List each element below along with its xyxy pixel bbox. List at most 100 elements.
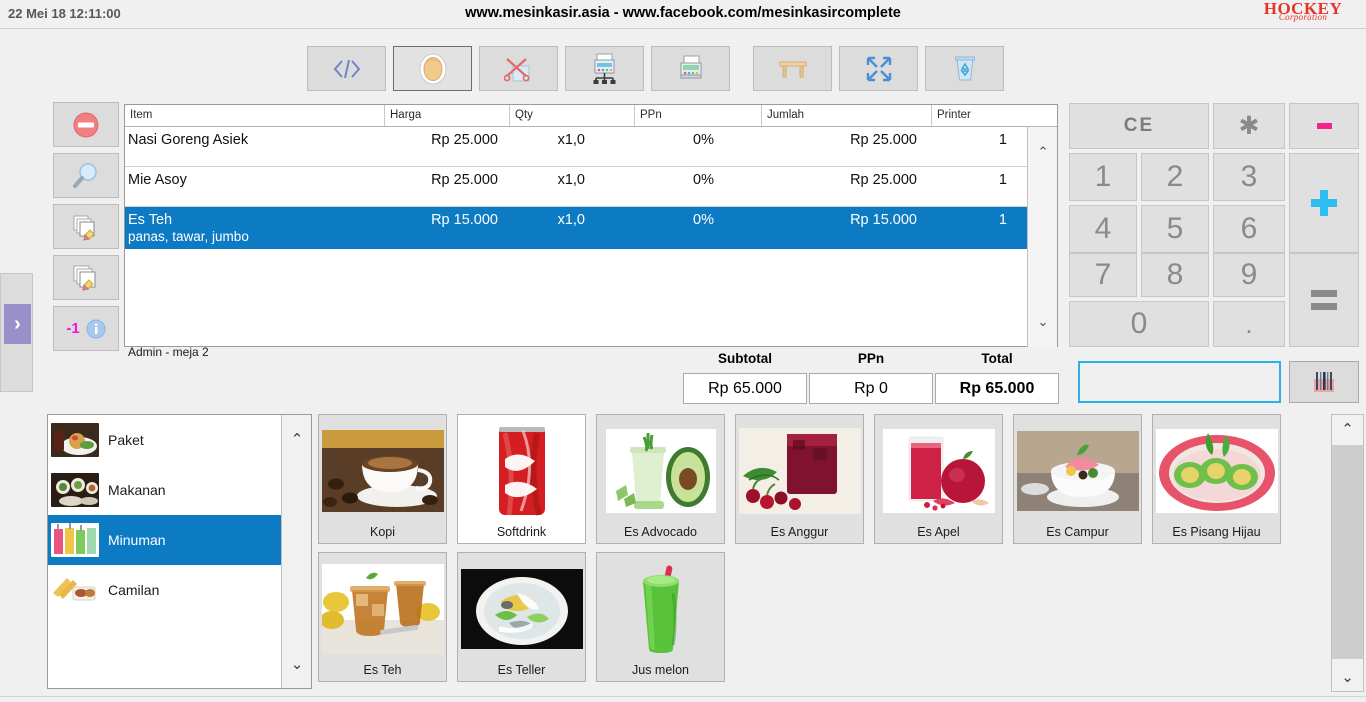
scroll-up-icon[interactable]: ⌃ (282, 427, 312, 451)
category-item-camilan[interactable]: Camilan (48, 565, 311, 615)
hockey-corporation-logo: HOCKEY Corporation (1244, 1, 1362, 28)
search-icon (73, 162, 97, 188)
keypad-plus-button[interactable] (1289, 153, 1359, 253)
barcode-input[interactable] (1078, 361, 1281, 403)
order-list-scrollbar[interactable]: ⌃ ⌄ (1027, 127, 1057, 347)
edit-copy-alt-icon (73, 265, 96, 291)
category-label: Camilan (108, 582, 160, 598)
product-image (319, 564, 446, 654)
product-tile-es-teh[interactable]: Es Teh (318, 552, 447, 682)
product-tile-es-apel[interactable]: Es Apel (874, 414, 1003, 544)
product-tile-kopi[interactable]: Kopi (318, 414, 447, 544)
product-grid: Kopi Softdrink Es Advocado Es Anggur Es … (318, 414, 1330, 692)
left-edge-panel: › (0, 273, 33, 392)
fullscreen-button[interactable] (839, 46, 918, 91)
product-tile-es-advocado[interactable]: Es Advocado (596, 414, 725, 544)
keypad-1-button[interactable]: 1 (1069, 153, 1137, 201)
keypad-0-button[interactable]: 0 (1069, 301, 1209, 347)
product-image (1153, 427, 1280, 515)
main-toolbar (307, 46, 1011, 91)
item-name: Nasi Goreng Asiek (128, 132, 249, 148)
column-header-item: Item (125, 105, 385, 126)
ppn-value: Rp 0 (809, 373, 933, 404)
edit-copy-icon (73, 215, 95, 241)
fullscreen-icon (866, 56, 891, 81)
column-header-harga: Harga (385, 105, 510, 126)
product-tile-jus-melon[interactable]: Jus melon (596, 552, 725, 682)
print-button[interactable] (651, 46, 730, 91)
keypad-2-button[interactable]: 2 (1141, 153, 1209, 201)
product-label: Es Advocado (624, 525, 697, 539)
site-title: www.mesinkasir.asia - www.facebook.com/m… (465, 5, 901, 21)
cell-jumlah: Rp 25.000 (850, 172, 917, 188)
keypad-minus-button[interactable] (1289, 103, 1359, 149)
cash-register-network-icon (593, 53, 615, 84)
keypad-3-button[interactable]: 3 (1213, 153, 1285, 201)
edit-copy-button[interactable] (53, 204, 119, 249)
barcode-scan-button[interactable] (1289, 361, 1359, 403)
product-tile-es-pisang-hijau[interactable]: Es Pisang Hijau (1152, 414, 1281, 544)
category-list-panel: Paket Makanan Minuman Camilan ⌃ ⌄ (47, 414, 312, 689)
category-label: Makanan (108, 482, 166, 498)
cell-qty: x1,0 (557, 172, 585, 188)
scrollbar-thumb[interactable] (1332, 445, 1363, 659)
es-pisang-hijau-image-icon (1155, 429, 1278, 513)
keypad-decimal-button[interactable]: . (1213, 301, 1285, 347)
keypad-asterisk-button[interactable]: ✱ (1213, 103, 1285, 149)
equals-key-icon-bottom (1311, 303, 1337, 310)
cell-ppn: 0% (693, 132, 714, 148)
void-cut-button[interactable] (479, 46, 558, 91)
product-tile-es-anggur[interactable]: Es Anggur (735, 414, 864, 544)
product-grid-scrollbar[interactable]: ⌃ ⌄ (1331, 414, 1364, 692)
customer-button[interactable] (393, 46, 472, 91)
category-thumb-camilan (51, 573, 99, 607)
delete-item-button[interactable] (53, 102, 119, 147)
expand-panel-button[interactable]: › (4, 304, 31, 344)
scroll-down-icon[interactable]: ⌄ (1332, 663, 1363, 691)
scroll-down-icon[interactable]: ⌄ (1028, 311, 1058, 333)
es-anggur-image-icon (738, 428, 861, 514)
table-row[interactable]: Mie Asoy Rp 25.000 x1,0 0% Rp 25.000 1 (125, 167, 1057, 207)
code-button[interactable] (307, 46, 386, 91)
jus-melon-image-icon (610, 563, 711, 655)
category-item-makanan[interactable]: Makanan (48, 465, 311, 515)
column-header-qty: Qty (510, 105, 635, 126)
product-tile-es-teller[interactable]: Es Teller (457, 552, 586, 682)
es-apel-image-icon (882, 429, 995, 513)
keypad-9-button[interactable]: 9 (1213, 253, 1285, 297)
category-item-paket[interactable]: Paket (48, 415, 311, 465)
table-row[interactable]: Nasi Goreng Asiek Rp 25.000 x1,0 0% Rp 2… (125, 127, 1057, 167)
footer-strip (0, 696, 1366, 702)
order-items-panel: Item Harga Qty PPn Jumlah Printer Nasi G… (124, 104, 1058, 347)
product-tile-es-campur[interactable]: Es Campur (1013, 414, 1142, 544)
keypad-8-button[interactable]: 8 (1141, 253, 1209, 297)
recycle-bin-button[interactable] (925, 46, 1004, 91)
product-tile-softdrink[interactable]: Softdrink (457, 414, 586, 544)
scroll-down-icon[interactable]: ⌄ (282, 652, 312, 676)
keypad-5-button[interactable]: 5 (1141, 205, 1209, 253)
category-scrollbar[interactable]: ⌃ ⌄ (281, 415, 311, 688)
product-image (736, 427, 863, 515)
es-advocado-image-icon (605, 429, 716, 513)
category-thumb-makanan (51, 473, 99, 507)
toolbar-separator (737, 68, 753, 69)
table-button[interactable] (753, 46, 832, 91)
keypad-clear-entry-button[interactable]: CE (1069, 103, 1209, 149)
brand-tagline: Corporation (1278, 12, 1328, 22)
cell-harga: Rp 15.000 (431, 212, 498, 228)
scroll-up-icon[interactable]: ⌃ (1028, 141, 1058, 163)
keypad-6-button[interactable]: 6 (1213, 205, 1285, 253)
keypad-equals-button[interactable] (1289, 253, 1359, 347)
product-image (597, 563, 724, 655)
search-button[interactable] (53, 153, 119, 198)
category-label: Paket (108, 432, 144, 448)
keypad-4-button[interactable]: 4 (1069, 205, 1137, 253)
decrement-quantity-button[interactable]: -1 (53, 306, 119, 351)
scroll-up-icon[interactable]: ⌃ (1332, 415, 1363, 443)
edit-copy-alt-button[interactable] (53, 255, 119, 300)
category-item-minuman[interactable]: Minuman (48, 515, 311, 565)
total-label: Total (981, 351, 1013, 366)
register-network-button[interactable] (565, 46, 644, 91)
table-row-selected[interactable]: Es Teh panas, tawar, jumbo Rp 15.000 x1,… (125, 207, 1057, 249)
keypad-7-button[interactable]: 7 (1069, 253, 1137, 297)
